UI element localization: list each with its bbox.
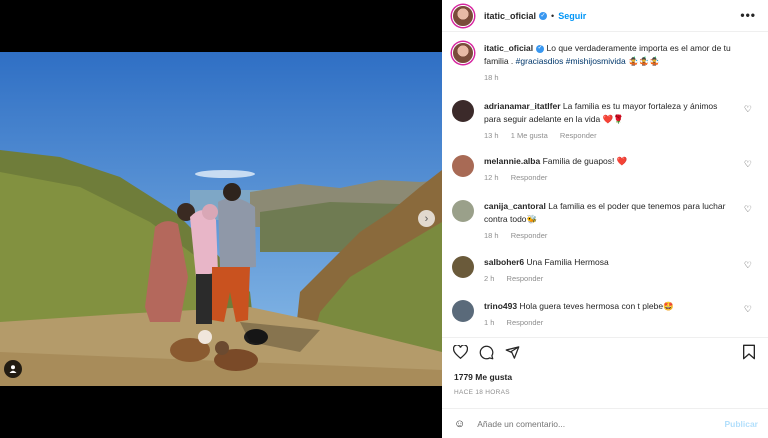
comment-input[interactable] (477, 419, 698, 429)
heart-icon[interactable]: ♡ (744, 204, 752, 215)
comment-username[interactable]: canija_cantoral (484, 201, 546, 211)
tagged-users-button[interactable] (4, 360, 22, 378)
comment-time: 12 h (484, 173, 499, 182)
post-actions: 1779 Me gusta HACE 18 HORAS ☺ Publicar (442, 337, 768, 437)
reply-button[interactable]: Responder (511, 231, 548, 240)
separator-dot: • (551, 10, 555, 21)
comment-text: Una Familia Hermosa (524, 257, 609, 267)
comment-time: 1 h (484, 318, 495, 327)
likes-count[interactable]: 1779 Me gusta (454, 372, 512, 382)
verified-badge-icon: ✓ (536, 44, 545, 53)
next-photo-button[interactable]: › (418, 210, 435, 227)
comment-time: 18 h (484, 231, 499, 240)
post-timestamp: HACE 18 HORAS (454, 389, 510, 396)
comment-username[interactable]: trino493 (484, 301, 517, 311)
caption-emoji: 🤹🤹🤹 (628, 56, 660, 66)
comment-text: Hola guera teves hermosa con t plebe🤩 (517, 301, 674, 311)
verified-badge-icon: ✓ (539, 11, 548, 20)
comment-icon[interactable] (478, 344, 494, 360)
comment-time: 13 h (484, 131, 499, 140)
comments-list[interactable]: itatic_oficial ✓ Lo que verdaderamente im… (442, 36, 768, 336)
family-photo-image (0, 52, 442, 386)
post-caption: itatic_oficial ✓ Lo que verdaderamente im… (452, 42, 758, 82)
comment-item: melannie.alba Familia de guapos! ❤️ 12 h… (452, 155, 758, 182)
comment-username[interactable]: adrianamar_itatlfer (484, 101, 561, 111)
publish-button[interactable]: Publicar (724, 419, 758, 429)
emoji-icon[interactable]: ☺ (454, 418, 465, 430)
comment-item: adrianamar_itatlfer La familia es tu may… (452, 100, 758, 140)
add-comment-bar: ☺ Publicar (442, 408, 768, 438)
heart-icon[interactable]: ♡ (744, 159, 752, 170)
commenter-avatar[interactable] (452, 155, 474, 177)
comment-username[interactable]: melannie.alba (484, 156, 540, 166)
author-avatar[interactable] (452, 42, 474, 64)
reply-button[interactable]: Responder (511, 173, 548, 182)
user-icon (9, 365, 17, 373)
commenter-avatar[interactable] (452, 300, 474, 322)
follow-button[interactable]: Seguir (558, 11, 586, 21)
heart-icon[interactable]: ♡ (744, 260, 752, 271)
share-icon[interactable] (504, 344, 520, 360)
caption-time: 18 h (484, 73, 499, 82)
post-sidebar: itatic_oficial ✓ • Seguir ••• itatic_ofi… (442, 0, 768, 438)
commenter-avatar[interactable] (452, 200, 474, 222)
heart-icon[interactable]: ♡ (744, 104, 752, 115)
reply-button[interactable]: Responder (560, 131, 597, 140)
post-header: itatic_oficial ✓ • Seguir ••• (442, 0, 768, 32)
author-username[interactable]: itatic_oficial (484, 11, 536, 21)
heart-icon[interactable]: ♡ (744, 304, 752, 315)
caption-hashtags[interactable]: #graciasdios #mishijosmivida (516, 56, 626, 66)
reply-button[interactable]: Responder (507, 274, 544, 283)
bookmark-icon[interactable] (742, 344, 758, 360)
comment-item: trino493 Hola guera teves hermosa con t … (452, 300, 758, 327)
comment-likes[interactable]: 1 Me gusta (511, 131, 548, 140)
comment-time: 2 h (484, 274, 495, 283)
commenter-avatar[interactable] (452, 100, 474, 122)
comment-item: canija_cantoral La familia es el poder q… (452, 200, 758, 240)
caption-username[interactable]: itatic_oficial (484, 43, 533, 53)
post-media: › (0, 0, 442, 438)
chevron-right-icon: › (424, 212, 429, 225)
author-avatar[interactable] (452, 4, 474, 27)
commenter-avatar[interactable] (452, 256, 474, 278)
like-heart-icon[interactable] (452, 344, 468, 360)
reply-button[interactable]: Responder (507, 318, 544, 327)
comment-item: salboher6 Una Familia Hermosa 2 h Respon… (452, 256, 758, 283)
more-options-icon[interactable]: ••• (740, 8, 756, 22)
comment-text: Familia de guapos! ❤️ (540, 156, 628, 166)
comment-username[interactable]: salboher6 (484, 257, 524, 267)
post-photo[interactable] (0, 52, 442, 386)
